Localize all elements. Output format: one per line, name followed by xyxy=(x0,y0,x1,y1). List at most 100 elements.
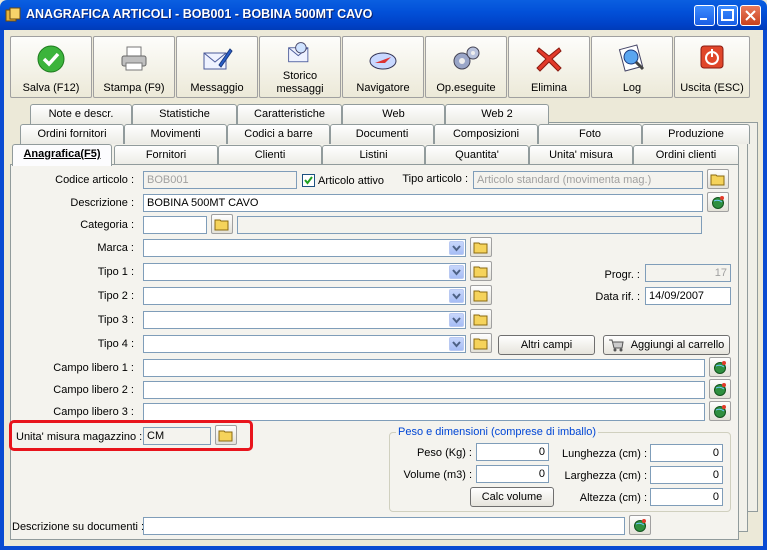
tab-note-descr[interactable]: Note e descr. xyxy=(30,104,132,124)
unita-misura-field[interactable]: CM xyxy=(143,427,211,445)
peso-field[interactable]: 0 xyxy=(476,443,549,461)
tipo4-select[interactable] xyxy=(143,335,466,353)
categoria-folder-button[interactable] xyxy=(211,214,233,234)
marca-folder-button[interactable] xyxy=(470,237,492,257)
save-button[interactable]: Salva (F12) xyxy=(10,36,92,98)
marca-select[interactable] xyxy=(143,239,466,257)
minimize-button[interactable] xyxy=(694,5,715,26)
cart-icon xyxy=(609,339,624,352)
envelope-search-icon xyxy=(288,42,309,63)
unita-misura-folder-button[interactable] xyxy=(215,425,237,445)
tab-composizioni[interactable]: Composizioni xyxy=(434,124,538,144)
tab-unita-misura[interactable]: Unita' misura xyxy=(529,145,633,165)
tab-foto[interactable]: Foto xyxy=(538,124,642,144)
articolo-attivo-label: Articolo attivo xyxy=(318,175,385,187)
tipo1-select[interactable] xyxy=(143,263,466,281)
calc-volume-button[interactable]: Calc volume xyxy=(470,487,554,507)
unita-misura-label: Unita' misura magazzino : xyxy=(16,431,143,443)
chevron-down-icon[interactable] xyxy=(449,337,464,351)
campo-libero-2-field[interactable] xyxy=(143,381,705,399)
campo-libero-2-label: Campo libero 2 : xyxy=(53,384,134,396)
tab-codici-a-barre[interactable]: Codici a barre xyxy=(227,124,330,144)
codice-label: Codice articolo : xyxy=(55,174,134,186)
folder-icon xyxy=(473,266,488,278)
altezza-field[interactable]: 0 xyxy=(650,488,723,506)
volume-field[interactable]: 0 xyxy=(476,465,549,483)
descrizione-label: Descrizione : xyxy=(70,197,134,209)
operations-done-button[interactable]: Op.eseguite xyxy=(425,36,507,98)
folder-icon xyxy=(473,338,488,350)
descrizione-globe-button[interactable] xyxy=(707,192,729,212)
larghezza-label: Larghezza (cm) : xyxy=(564,470,647,482)
tipo-articolo-field[interactable]: Articolo standard (movimenta mag.) xyxy=(473,171,703,189)
navigator-button[interactable]: Navigatore xyxy=(342,36,424,98)
title-bar[interactable]: ANAGRAFICA ARTICOLI - BOB001 - BOBINA 50… xyxy=(0,0,767,30)
folder-icon xyxy=(473,314,488,326)
tipo3-select[interactable] xyxy=(143,311,466,329)
lunghezza-field[interactable]: 0 xyxy=(650,444,723,462)
tipo2-label: Tipo 2 : xyxy=(97,290,134,302)
tab-ordini-fornitori[interactable]: Ordini fornitori xyxy=(20,124,124,144)
tab-statistiche[interactable]: Statistiche xyxy=(132,104,237,124)
tipo2-select[interactable] xyxy=(143,287,466,305)
lunghezza-label: Lunghezza (cm) : xyxy=(562,448,647,460)
folder-icon xyxy=(218,430,233,442)
tipo-articolo-folder-button[interactable] xyxy=(707,169,729,189)
printer-icon xyxy=(121,46,147,71)
exit-button[interactable]: Uscita (ESC) xyxy=(674,36,750,98)
campo-libero-3-field[interactable] xyxy=(143,403,705,421)
codice-field[interactable]: BOB001 xyxy=(143,171,297,189)
tipo3-label: Tipo 3 : xyxy=(97,314,134,326)
tipo2-folder-button[interactable] xyxy=(470,285,492,305)
tab-fornitori[interactable]: Fornitori xyxy=(114,145,218,165)
maximize-button[interactable] xyxy=(717,5,738,26)
campo-libero-1-label: Campo libero 1 : xyxy=(53,362,134,374)
altri-campi-button[interactable]: Altri campi xyxy=(498,335,595,355)
message-history-button[interactable]: Storico messaggi xyxy=(259,36,341,98)
globe-icon xyxy=(714,405,726,418)
tab-listini[interactable]: Listini xyxy=(322,145,425,165)
chevron-down-icon[interactable] xyxy=(449,289,464,303)
tab-clienti[interactable]: Clienti xyxy=(218,145,322,165)
tab-ordini-clienti[interactable]: Ordini clienti xyxy=(633,145,739,165)
delete-button[interactable]: Elimina xyxy=(508,36,590,98)
tab-caratteristiche[interactable]: Caratteristiche xyxy=(237,104,342,124)
print-button[interactable]: Stampa (F9) xyxy=(93,36,175,98)
chevron-down-icon[interactable] xyxy=(449,241,464,255)
campo-libero-1-globe-button[interactable] xyxy=(709,357,731,377)
desc-documenti-globe-button[interactable] xyxy=(629,515,651,535)
tab-anagrafica[interactable]: Anagrafica(F5) xyxy=(12,144,112,166)
tipo-articolo-label: Tipo articolo : xyxy=(402,173,468,185)
campo-libero-3-label: Campo libero 3 : xyxy=(53,406,134,418)
data-rif-field[interactable]: 14/09/2007 xyxy=(645,287,731,305)
marca-label: Marca : xyxy=(97,242,134,254)
globe-icon xyxy=(634,519,646,532)
aggiungi-carrello-button[interactable]: Aggiungi al carrello xyxy=(603,335,730,355)
chevron-down-icon[interactable] xyxy=(449,313,464,327)
close-button[interactable] xyxy=(740,5,761,26)
tab-movimenti[interactable]: Movimenti xyxy=(124,124,227,144)
progr-field[interactable]: 17 xyxy=(645,264,731,282)
data-rif-label: Data rif. : xyxy=(595,291,640,303)
descrizione-field[interactable]: BOBINA 500MT CAVO xyxy=(143,194,703,212)
chevron-down-icon[interactable] xyxy=(449,265,464,279)
campo-libero-1-field[interactable] xyxy=(143,359,705,377)
articolo-attivo-checkbox[interactable] xyxy=(302,174,315,187)
larghezza-field[interactable]: 0 xyxy=(650,466,723,484)
desc-documenti-field[interactable] xyxy=(143,517,625,535)
tab-produzione[interactable]: Produzione xyxy=(642,124,750,144)
tipo3-folder-button[interactable] xyxy=(470,309,492,329)
campo-libero-2-globe-button[interactable] xyxy=(709,379,731,399)
message-button[interactable]: Messaggio xyxy=(176,36,258,98)
tab-web-2[interactable]: Web 2 xyxy=(445,104,549,124)
tab-quantita[interactable]: Quantita' xyxy=(425,145,529,165)
campo-libero-3-globe-button[interactable] xyxy=(709,401,731,421)
peso-label: Peso (Kg) : xyxy=(416,447,472,459)
tipo4-folder-button[interactable] xyxy=(470,333,492,353)
tab-documenti[interactable]: Documenti xyxy=(330,124,434,144)
tipo1-folder-button[interactable] xyxy=(470,261,492,281)
gears-icon xyxy=(453,46,480,70)
tab-web[interactable]: Web xyxy=(342,104,445,124)
categoria-field[interactable] xyxy=(143,216,207,234)
log-button[interactable]: Log xyxy=(591,36,673,98)
